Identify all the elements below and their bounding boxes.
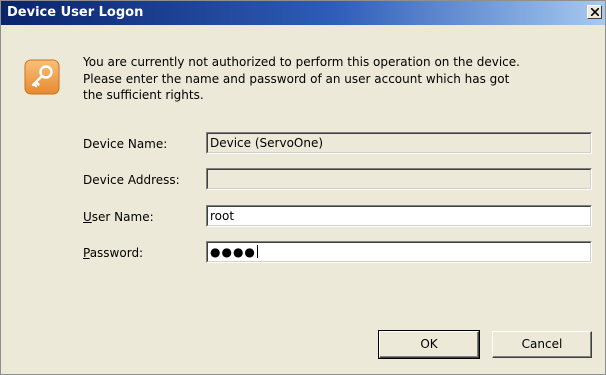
logon-dialog: Device User Logon You are currently not … [0, 0, 606, 375]
password-input[interactable]: ●●●● [206, 241, 592, 263]
info-message: You are currently not authorized to perf… [83, 54, 583, 104]
device-address-label: Device Address: [83, 173, 180, 187]
cancel-button[interactable]: Cancel [492, 331, 592, 358]
device-name-field: Device (ServoOne) [206, 132, 592, 154]
message-line: You are currently not authorized to perf… [83, 55, 520, 69]
ok-button[interactable]: OK [378, 330, 480, 359]
title-bar[interactable]: Device User Logon [1, 1, 605, 25]
device-name-value: Device (ServoOne) [207, 133, 591, 153]
device-address-field [206, 168, 592, 190]
close-icon [591, 8, 599, 16]
password-label-text: assword: [89, 246, 144, 260]
dialog-title: Device User Logon [7, 5, 144, 20]
password-mnemonic: P [83, 246, 90, 260]
user-name-value: root [207, 206, 591, 226]
password-field-inner: ●●●● [207, 242, 591, 262]
user-name-label: User Name: [83, 210, 154, 224]
user-name-mnemonic: U [83, 210, 92, 224]
device-name-label: Device Name: [83, 137, 168, 151]
key-icon [24, 59, 60, 95]
user-name-input[interactable]: root [206, 205, 592, 227]
message-line: the sufficient rights. [83, 88, 204, 102]
ok-button-label: OK [420, 337, 438, 351]
cancel-button-label: Cancel [521, 337, 563, 351]
device-address-value [207, 169, 591, 189]
password-value: ●●●● [210, 245, 256, 259]
password-label: Password: [83, 246, 143, 260]
message-line: Please enter the name and password of an… [83, 71, 510, 86]
close-button[interactable] [587, 5, 602, 19]
text-caret [256, 245, 258, 258]
user-name-label-text: ser Name: [91, 210, 154, 224]
